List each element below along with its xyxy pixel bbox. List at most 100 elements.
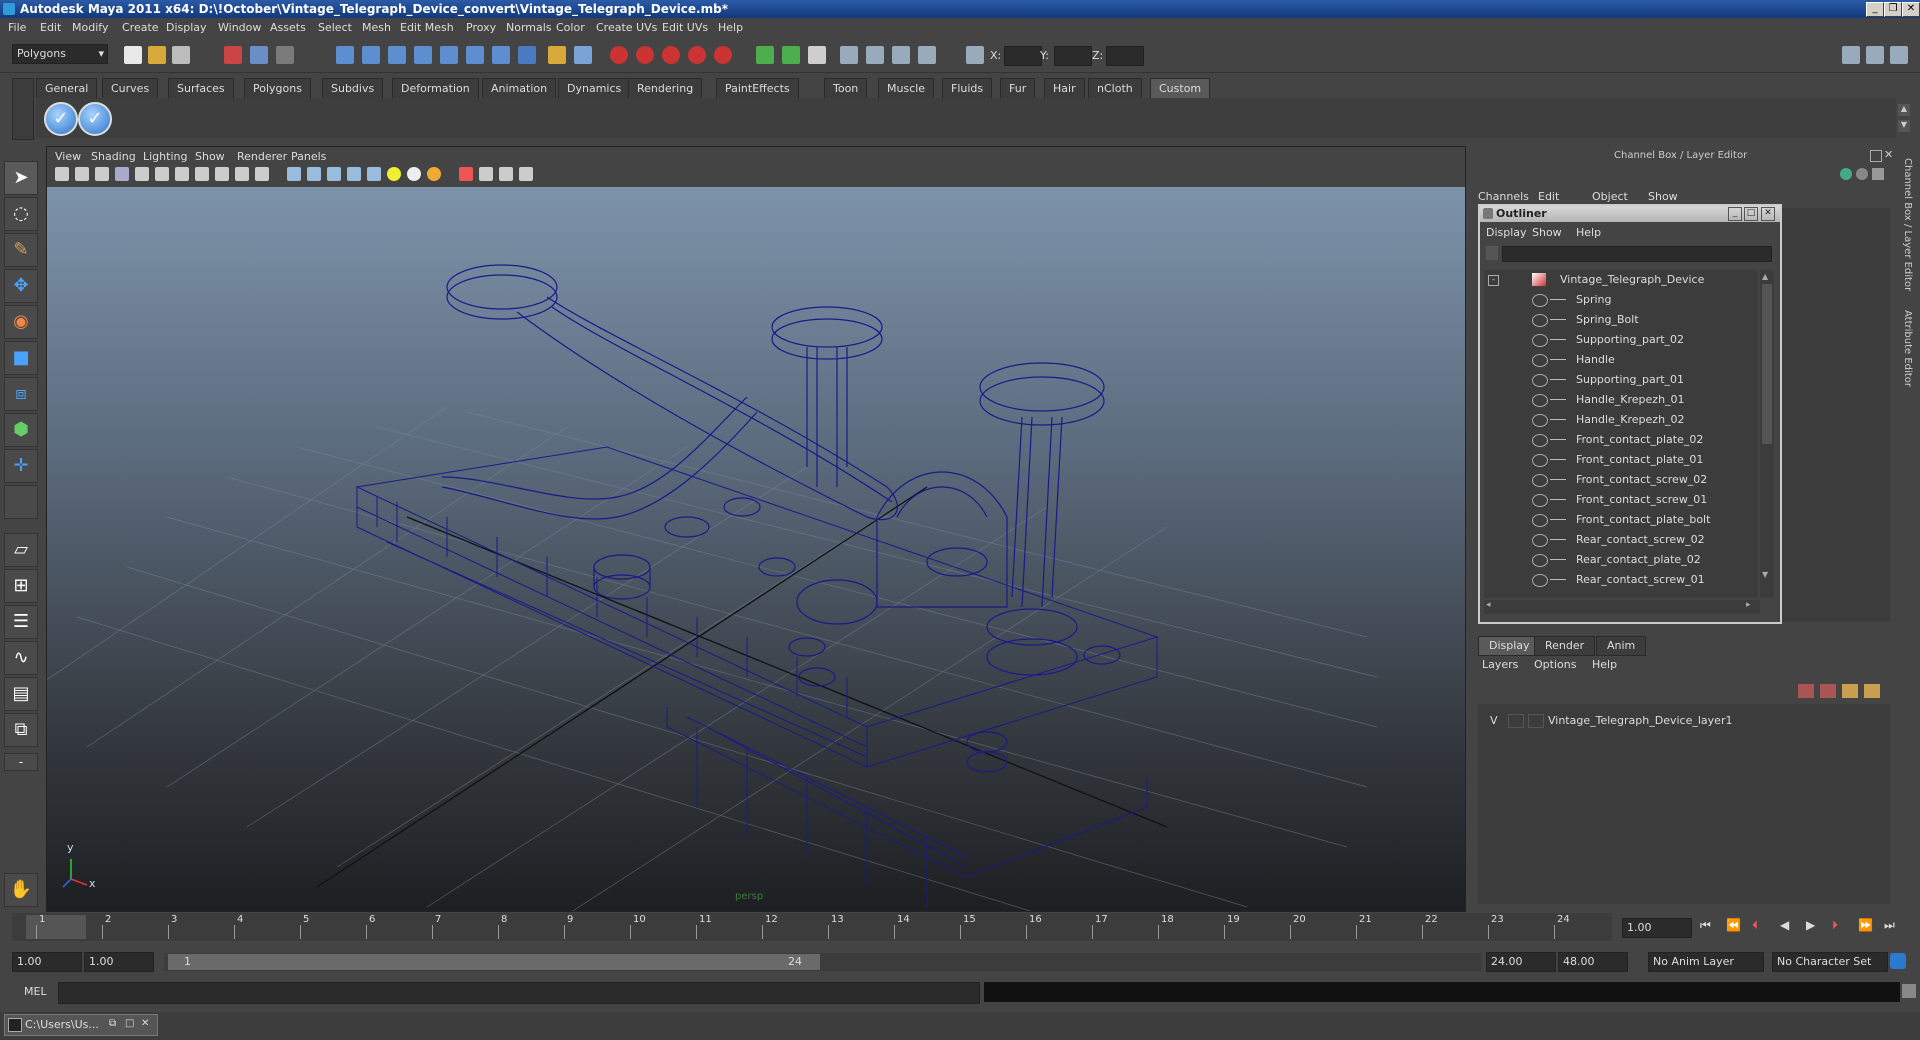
current-frame-field[interactable]: 1.00 [1622, 918, 1692, 938]
outliner-filter-field[interactable] [1502, 246, 1772, 262]
outliner-item[interactable]: Front_contact_screw_02 [1484, 470, 1754, 490]
shelf-tab-painteffects[interactable]: PaintEffects [716, 78, 799, 99]
graph-persp-layout-icon[interactable]: ∿ [4, 641, 38, 675]
camera-attributes-icon[interactable] [75, 167, 89, 181]
close-button[interactable]: ✕ [1902, 2, 1920, 17]
custom-shelf-button-1[interactable]: ✓ [44, 102, 78, 136]
range-slider[interactable]: 1 24 [164, 953, 1482, 971]
field-chart-icon[interactable] [215, 167, 229, 181]
menu-create[interactable]: Create [122, 21, 159, 34]
outliner-item[interactable]: Rear_contact_screw_02 [1484, 530, 1754, 550]
camera-select-icon[interactable] [55, 167, 69, 181]
menu-file[interactable]: File [8, 21, 26, 34]
animation-start-field[interactable]: 1.00 [12, 952, 82, 972]
outliner-minimize-button[interactable]: _ [1728, 207, 1742, 221]
taskbar-item[interactable]: C:\Users\Us... ⧉ □ ✕ [4, 1014, 158, 1036]
z-field[interactable] [1106, 46, 1144, 66]
outliner-item[interactable]: Handle_Krepezh_02 [1484, 410, 1754, 430]
move-down-layer-icon[interactable] [1864, 684, 1880, 698]
outliner-item[interactable]: Front_contact_screw_01 [1484, 490, 1754, 510]
textured-icon[interactable] [367, 167, 381, 181]
snap-curve-icon[interactable] [362, 46, 380, 64]
step-back-frame-icon[interactable]: ⏴ [1752, 918, 1758, 933]
menu-modify[interactable]: Modify [72, 21, 108, 34]
menu-proxy[interactable]: Proxy [466, 21, 496, 34]
outliner-item[interactable]: Rear_contact_plate_02 [1484, 550, 1754, 570]
step-forward-key-icon[interactable]: ⏩ [1858, 918, 1873, 932]
taskbar-item-close[interactable]: ✕ [141, 1018, 149, 1029]
shelf-tab-toon[interactable]: Toon [824, 78, 868, 99]
command-language-label[interactable]: MEL [24, 985, 47, 998]
all-lights-icon[interactable] [407, 167, 421, 181]
play-backward-icon[interactable]: ◀ [1780, 918, 1789, 932]
shelf-tab-surfaces[interactable]: Surfaces [168, 78, 234, 99]
outliner-item[interactable]: Front_contact_plate_01 [1484, 450, 1754, 470]
backface-icon[interactable] [519, 167, 533, 181]
viewport-menu-show[interactable]: Show [195, 150, 225, 163]
menu-select[interactable]: Select [318, 21, 352, 34]
layer-color-swatch[interactable] [1528, 714, 1544, 728]
bounding-box-icon[interactable] [347, 167, 361, 181]
construction-history-icon[interactable] [492, 46, 510, 64]
viewport-menu-view[interactable]: View [55, 150, 81, 163]
viewport-menu-shading[interactable]: Shading [91, 150, 136, 163]
snap-plane-icon[interactable] [414, 46, 432, 64]
safe-action-icon[interactable] [235, 167, 249, 181]
paint-select-tool-icon[interactable]: ✎ [4, 233, 38, 267]
channel-box-float-button[interactable] [1870, 150, 1882, 162]
shelf-tab-muscle[interactable]: Muscle [878, 78, 935, 99]
scroll-left-arrow[interactable]: ◂ [1486, 600, 1491, 610]
scroll-up-arrow[interactable]: ▲ [1762, 272, 1768, 281]
current-time-marker[interactable] [26, 915, 86, 939]
outliner-item[interactable]: Supporting_part_02 [1484, 330, 1754, 350]
scroll-thumb[interactable] [1762, 284, 1772, 444]
shadows-icon[interactable] [427, 167, 441, 181]
layer-tab-display[interactable]: Display [1478, 636, 1541, 656]
hand-tool-icon[interactable]: ✋ [4, 873, 38, 907]
channel-box-menu-edit[interactable]: Edit [1538, 190, 1559, 203]
open-scene-icon[interactable] [148, 46, 166, 64]
outliner-item[interactable]: Handle_Krepezh_01 [1484, 390, 1754, 410]
resolution-gate-icon[interactable] [175, 167, 189, 181]
outliner-menu-display[interactable]: Display [1486, 226, 1527, 239]
channel-box-close-button[interactable]: ✕ [1884, 148, 1893, 161]
viewport-menu-panels[interactable]: Panels [291, 150, 326, 163]
step-forward-frame-icon[interactable]: ⏵ [1832, 918, 1838, 933]
magnet-icon-4[interactable] [688, 46, 706, 64]
last-tool-slot[interactable] [4, 485, 38, 519]
move-up-layer-icon[interactable] [1842, 684, 1858, 698]
bookmark-icon[interactable] [95, 167, 109, 181]
time-slider[interactable]: 1 2 3 4 5 6 7 8 9 10 11 12 13 14 15 16 17 18 19 20 21 22 23 24 [12, 913, 1612, 941]
step-back-key-icon[interactable]: ⏪ [1726, 918, 1741, 932]
save-scene-icon[interactable] [172, 46, 190, 64]
default-light-icon[interactable] [387, 167, 401, 181]
hypershade-persp-layout-icon[interactable]: ▤ [4, 677, 38, 711]
render-settings-icon[interactable] [808, 46, 826, 64]
render-frame-icon[interactable] [756, 46, 774, 64]
menu-edit-uvs[interactable]: Edit UVs [662, 21, 708, 34]
layer-row[interactable]: V Vintage_Telegraph_Device_layer1 [1478, 712, 1890, 730]
wireframe-icon[interactable] [287, 167, 301, 181]
viewport-menu-lighting[interactable]: Lighting [143, 150, 187, 163]
show-manipulator-icon[interactable]: ✛ [4, 449, 38, 483]
move-tool-icon[interactable]: ✥ [4, 269, 38, 303]
ipr-render-icon[interactable] [782, 46, 800, 64]
outliner-item[interactable]: Handle [1484, 350, 1754, 370]
shelf-tab-subdivs[interactable]: Subdivs [322, 78, 384, 99]
shelf-tab-general[interactable]: General [36, 78, 98, 99]
graph-editor-layout-icon[interactable]: ⧉ [4, 713, 38, 747]
taskbar-item-restore[interactable]: ⧉ [109, 1018, 116, 1029]
taskbar-item-maximize[interactable]: □ [125, 1018, 134, 1029]
outliner-close-button[interactable]: ✕ [1761, 207, 1775, 221]
new-layer-icon[interactable] [1798, 684, 1814, 698]
rotate-tool-icon[interactable]: ◉ [4, 305, 38, 339]
grid-icon[interactable] [135, 167, 149, 181]
scroll-right-arrow[interactable]: ▸ [1746, 600, 1751, 610]
safe-title-icon[interactable] [255, 167, 269, 181]
restore-button[interactable]: ❐ [1884, 2, 1902, 17]
snap-view-icon[interactable] [466, 46, 484, 64]
outliner-item[interactable]: Supporting_part_01 [1484, 370, 1754, 390]
menu-display[interactable]: Display [166, 21, 207, 34]
shelf-tab-custom[interactable]: Custom [1150, 78, 1211, 99]
outliner-menu-show[interactable]: Show [1532, 226, 1562, 239]
